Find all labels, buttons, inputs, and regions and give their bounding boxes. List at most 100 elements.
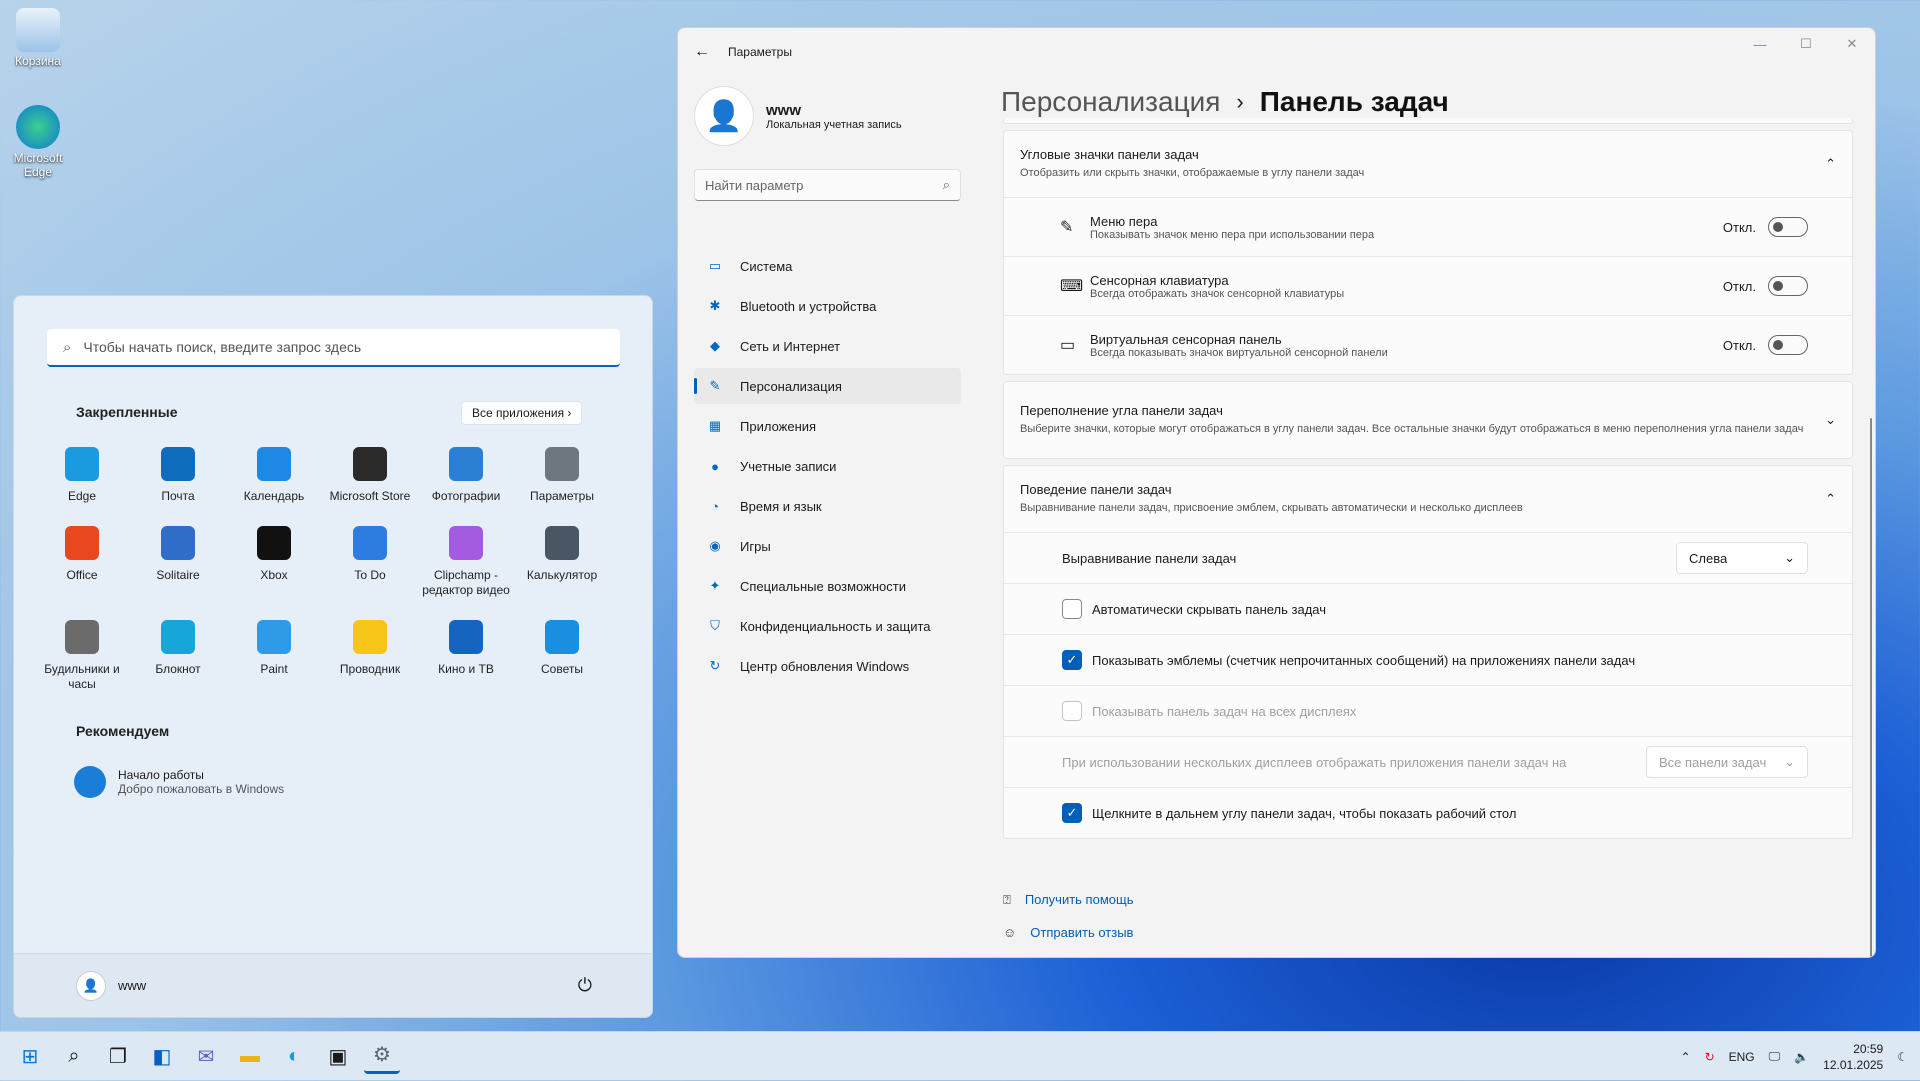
- feedback-link[interactable]: ☺ Отправить отзыв: [1003, 916, 1133, 949]
- desktop-icon-edge[interactable]: Microsoft Edge: [8, 105, 68, 179]
- update-icon[interactable]: ↻: [1705, 1050, 1715, 1064]
- get-help-link[interactable]: ⍰ Получить помощь: [1003, 883, 1133, 916]
- row-desc: Показывать значок меню пера при использо…: [1090, 228, 1375, 241]
- pinned-app[interactable]: Clipchamp - редактор видео: [418, 520, 514, 598]
- minimize-icon[interactable]: —: [1737, 28, 1783, 60]
- far-corner-label: Щелкните в дальнем углу панели задач, чт…: [1092, 805, 1517, 821]
- toggle-switch[interactable]: [1768, 335, 1808, 355]
- nav-item[interactable]: ● Учетные записи: [694, 448, 961, 484]
- focus-moon-icon[interactable]: ☾: [1897, 1050, 1908, 1064]
- pinned-app[interactable]: Параметры: [514, 441, 610, 504]
- nav-icon: ●: [711, 458, 719, 474]
- app-icon: [353, 526, 387, 560]
- pinned-app[interactable]: Microsoft Store: [322, 441, 418, 504]
- app-label: Фотографии: [431, 489, 501, 503]
- desktop-icon-recycle-bin[interactable]: Корзина: [8, 8, 68, 68]
- search-placeholder: Найти параметр: [705, 177, 804, 193]
- toggle-switch[interactable]: [1768, 276, 1808, 296]
- pinned-app[interactable]: Будильники и часы: [34, 614, 130, 692]
- store-icon[interactable]: ▣: [320, 1038, 356, 1074]
- nav-item[interactable]: ▭ Система: [694, 248, 961, 284]
- behavior-header[interactable]: Поведение панели задач Выравнивание панел…: [1004, 466, 1852, 532]
- nav-item[interactable]: ◔ Время и язык: [694, 488, 961, 524]
- start-search-input[interactable]: ⌕ Чтобы начать поиск, введите запрос здес…: [47, 329, 620, 367]
- power-icon[interactable]: ⏻: [578, 975, 592, 996]
- auto-hide-checkbox[interactable]: [1062, 599, 1082, 619]
- nav-icon: ↻: [709, 658, 721, 673]
- close-icon[interactable]: ✕: [1829, 28, 1875, 60]
- maximize-icon[interactable]: ☐: [1783, 28, 1829, 60]
- pinned-app[interactable]: Почта: [130, 441, 226, 504]
- nav-item[interactable]: ⛉ Конфиденциальность и защита: [694, 608, 961, 644]
- keyboard-icon: ⌨: [1060, 278, 1084, 295]
- all-apps-button[interactable]: Все приложения ›: [461, 401, 583, 425]
- start-button-windows-icon[interactable]: ⊞: [12, 1038, 48, 1074]
- scrollbar[interactable]: [1870, 418, 1872, 957]
- far-corner-checkbox[interactable]: ✓: [1062, 803, 1082, 823]
- recommended-item[interactable]: Начало работы Добро пожаловать в Windows: [74, 766, 284, 798]
- user-profile[interactable]: 👤 www Локальная учетная запись: [694, 86, 902, 146]
- pinned-app[interactable]: Проводник: [322, 614, 418, 692]
- back-arrow-icon[interactable]: ←: [694, 43, 710, 61]
- user-button[interactable]: 👤 www: [76, 970, 146, 1001]
- recommended-title: Рекомендуем: [76, 723, 170, 739]
- multi-display-label: При использовании нескольких дисплеев от…: [1062, 754, 1567, 770]
- chat-icon[interactable]: ✉: [188, 1038, 224, 1074]
- corner-icon-row: ⌨ Сенсорная клавиатура Всегда отображать з…: [1004, 256, 1852, 315]
- edge-icon: [16, 105, 60, 149]
- nav-label: Приложения: [740, 418, 817, 434]
- app-label: Solitaire: [156, 568, 200, 582]
- pinned-app[interactable]: Office: [34, 520, 130, 598]
- nav-label: Время и язык: [740, 498, 822, 514]
- settings-search-input[interactable]: Найти параметр ⌕: [694, 169, 961, 201]
- section-desc: Выравнивание панели задач, присвоение эм…: [1020, 501, 1523, 514]
- pinned-app[interactable]: Edge: [34, 441, 130, 504]
- nav-item[interactable]: ▦ Приложения: [694, 408, 961, 444]
- pen-icon: ✎: [1060, 219, 1074, 236]
- all-apps-label: Все приложения: [472, 406, 565, 420]
- nav-item[interactable]: ◆ Сеть и Интернет: [694, 328, 961, 364]
- nav-item[interactable]: ✱ Bluetooth и устройства: [694, 288, 961, 324]
- overflow-section[interactable]: Переполнение угла панели задач Выберите з…: [1003, 381, 1853, 459]
- settings-gear-icon[interactable]: ⚙: [364, 1038, 400, 1074]
- page-title: Панель задач: [1259, 86, 1449, 117]
- pinned-app[interactable]: Xbox: [226, 520, 322, 598]
- chevron-up-icon[interactable]: ⌃: [1681, 1050, 1691, 1064]
- pinned-app[interactable]: Фотографии: [418, 441, 514, 504]
- pinned-app[interactable]: Paint: [226, 614, 322, 692]
- nav-item[interactable]: ✦ Специальные возможности: [694, 568, 961, 604]
- alignment-value: Слева: [1689, 550, 1728, 566]
- toggle-switch[interactable]: [1768, 217, 1808, 237]
- nav-item[interactable]: ◉ Игры: [694, 528, 961, 564]
- app-label: Будильники и часы: [44, 662, 120, 691]
- section-title: Угловые значки панели задач: [1020, 146, 1199, 162]
- multi-display-dropdown[interactable]: Все панели задач ⌄: [1646, 746, 1808, 778]
- task-view-icon[interactable]: ❐: [100, 1038, 136, 1074]
- breadcrumb-parent[interactable]: Персонализация: [1001, 86, 1220, 118]
- pinned-app[interactable]: Калькулятор: [514, 520, 610, 598]
- edge-icon[interactable]: ◐: [276, 1038, 312, 1074]
- pinned-app[interactable]: Календарь: [226, 441, 322, 504]
- network-icon[interactable]: 🖵: [1769, 1049, 1781, 1064]
- pinned-app[interactable]: Кино и ТВ: [418, 614, 514, 692]
- all-displays-checkbox[interactable]: [1062, 701, 1082, 721]
- badges-checkbox[interactable]: ✓: [1062, 650, 1082, 670]
- nav-item[interactable]: ↻ Центр обновления Windows: [694, 648, 961, 684]
- pinned-app[interactable]: Блокнот: [130, 614, 226, 692]
- widgets-icon[interactable]: ◧: [144, 1038, 180, 1074]
- corner-icons-header[interactable]: Угловые значки панели задач Отобразить ил…: [1004, 131, 1852, 197]
- volume-icon[interactable]: 🔈: [1794, 1050, 1809, 1064]
- pinned-app[interactable]: Советы: [514, 614, 610, 692]
- nav-icon: ✦: [709, 578, 721, 593]
- alignment-dropdown[interactable]: Слева ⌄: [1676, 542, 1808, 574]
- app-icon: [65, 526, 99, 560]
- app-label: Edge: [67, 489, 97, 503]
- app-icon: [257, 526, 291, 560]
- pinned-app[interactable]: To Do: [322, 520, 418, 598]
- clock[interactable]: 20:59 12.01.2025: [1823, 1041, 1883, 1073]
- file-explorer-icon[interactable]: ▬: [232, 1038, 268, 1074]
- pinned-app[interactable]: Solitaire: [130, 520, 226, 598]
- search-icon[interactable]: ⌕: [56, 1038, 92, 1074]
- language-indicator[interactable]: ENG: [1729, 1050, 1755, 1064]
- nav-item[interactable]: ✎ Персонализация: [694, 368, 961, 404]
